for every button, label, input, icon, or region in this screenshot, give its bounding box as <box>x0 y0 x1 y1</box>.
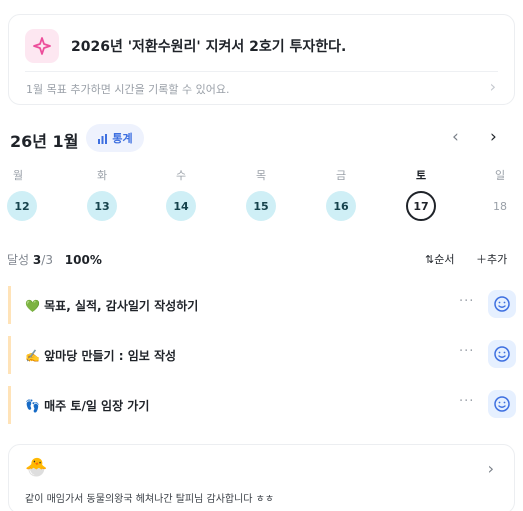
weekday-label: 화 <box>96 169 108 182</box>
smile-icon <box>494 346 510 362</box>
weekday-label: 일 <box>494 169 506 182</box>
task-item[interactable]: ✍️ 앞마당 만들기 : 임보 작성 ··· <box>8 336 516 374</box>
weekday-label: 목 <box>255 169 267 182</box>
weekday-label: 금 <box>335 169 347 182</box>
emoji-react-button[interactable] <box>488 340 516 368</box>
achievement-summary: 달성 3/3 100% <box>7 251 102 268</box>
goal-title: 2026년 '저환수원리' 지켜서 2호기 투자한다. <box>71 39 347 55</box>
month-label: 26년 1월 <box>10 132 79 151</box>
day-button[interactable]: 12 <box>7 191 37 221</box>
weekday-label: 월 <box>12 169 24 182</box>
chevron-right-icon[interactable]: › <box>490 127 497 147</box>
add-label: 추가 <box>487 253 508 266</box>
more-icon[interactable]: ··· <box>459 344 474 359</box>
smile-icon <box>494 396 510 412</box>
task-title-text: 목표, 실적, 감사일기 작성하기 <box>44 299 199 313</box>
task-item[interactable]: 💚 목표, 실적, 감사일기 작성하기 ··· <box>8 286 516 324</box>
day-button[interactable]: 16 <box>326 191 356 221</box>
reorder-button[interactable]: ⇅순서 <box>425 251 454 267</box>
footprints-icon: 👣 <box>25 399 40 413</box>
goal-subtitle: 1월 목표 추가하면 시간을 기록할 수 있어요. <box>26 83 230 96</box>
plus-icon: ＋ <box>476 253 487 266</box>
smile-icon <box>494 296 510 312</box>
reorder-label: 순서 <box>434 253 455 266</box>
weekday-label: 토 <box>415 169 427 182</box>
day-button[interactable]: 13 <box>87 191 117 221</box>
day-button-today[interactable]: 17 <box>406 191 436 221</box>
stats-label: 통계 <box>112 132 133 145</box>
chevron-left-icon[interactable]: ‹ <box>452 127 459 147</box>
writing-hand-icon: ✍️ <box>25 349 40 363</box>
more-icon[interactable]: ··· <box>459 294 474 309</box>
sparkle-icon <box>25 29 59 63</box>
hatching-chick-icon: 🐣 <box>25 457 48 478</box>
emoji-react-button[interactable] <box>488 390 516 418</box>
heart-icon: 💚 <box>25 299 40 313</box>
achievement-label: 달성 <box>7 253 30 267</box>
task-title: 💚 목표, 실적, 감사일기 작성하기 <box>25 297 198 314</box>
task-title-text: 앞마당 만들기 : 임보 작성 <box>44 349 177 363</box>
day-button[interactable]: 18 <box>485 191 515 221</box>
more-icon[interactable]: ··· <box>459 394 474 409</box>
chevron-right-icon[interactable]: › <box>490 77 496 96</box>
gratitude-card[interactable]: 🐣 같이 매임가서 동물의왕국 헤쳐나간 탈피님 감사합니다 ㅎㅎ › <box>8 444 515 511</box>
task-title: 👣 매주 토/일 임장 가기 <box>25 397 149 414</box>
divider <box>25 71 498 72</box>
chevron-right-icon[interactable]: › <box>488 459 494 478</box>
emoji-react-button[interactable] <box>488 290 516 318</box>
add-task-button[interactable]: ＋추가 <box>476 251 507 267</box>
day-button[interactable]: 14 <box>166 191 196 221</box>
achievement-total: /3 <box>41 253 53 267</box>
day-button[interactable]: 15 <box>246 191 276 221</box>
sort-icon: ⇅ <box>425 253 435 266</box>
goal-card[interactable]: 2026년 '저환수원리' 지켜서 2호기 투자한다. 1월 목표 추가하면 시… <box>8 14 515 105</box>
stats-button[interactable]: 통계 <box>86 124 144 152</box>
task-item[interactable]: 👣 매주 토/일 임장 가기 ··· <box>8 386 516 424</box>
gratitude-text: 같이 매임가서 동물의왕국 헤쳐나간 탈피님 감사합니다 ㅎㅎ <box>25 494 275 505</box>
weekday-label: 수 <box>175 169 187 182</box>
bar-chart-icon <box>98 133 108 144</box>
task-title: ✍️ 앞마당 만들기 : 임보 작성 <box>25 347 176 364</box>
task-title-text: 매주 토/일 임장 가기 <box>44 399 150 413</box>
achievement-percent: 100% <box>64 253 102 267</box>
